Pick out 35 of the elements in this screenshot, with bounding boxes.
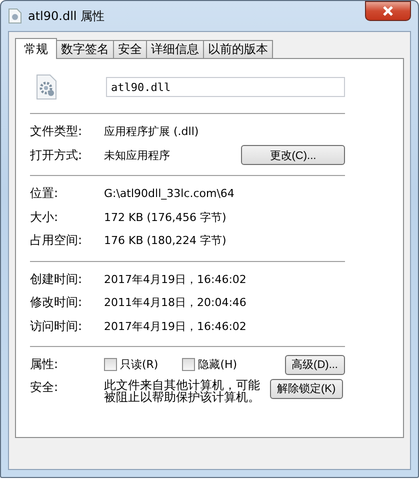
field-value: 未知应用程序 [104,148,171,163]
field-value: 172 KB (176,456 字节) [104,210,228,225]
unblock-button[interactable]: 解除锁定(K) [270,378,343,398]
advanced-button[interactable]: 高级(D)... [284,354,345,375]
field-value: 2017年4月19日，16:46:02 [104,318,248,334]
file-gear-icon [36,74,58,100]
tab[interactable]: 数字签名 [56,40,114,58]
field-label: 占用空间: [30,232,84,250]
field-label: 打开方式: [30,146,84,164]
file-name-field[interactable]: atl90.dll [106,77,345,97]
checkbox[interactable]: 隐藏(H) [182,357,238,372]
field-value: 2017年4月19日，16:46:02 [104,272,248,287]
checkbox[interactable]: 只读(R) [104,357,158,372]
field-label: 大小: [30,208,60,226]
field-label: 安全: [30,378,60,396]
file-icon [8,8,22,24]
field-label: 位置: [30,185,60,202]
close-icon [381,5,395,17]
tab[interactable]: 以前的版本 [203,40,273,58]
window-title: atl90.dll 属性 [28,8,105,24]
field-label: 修改时间: [30,294,84,312]
field-value: G:\atl90dll_33lc.com\64 [104,187,236,200]
tab[interactable]: 安全 [113,40,147,58]
field-value: 176 KB (180,224 字节) [104,233,228,248]
field-value: 应用程序扩展 (.dll) [104,124,200,140]
close-button[interactable] [365,1,411,21]
security-text: 此文件来自其他计算机，可能被阻止以帮助保护该计算机。 [104,378,260,404]
field-label: 文件类型: [30,123,84,140]
field-label: 属性: [30,356,60,374]
field-label: 访问时间: [30,318,84,335]
tab[interactable]: 详细信息 [146,40,204,58]
field-value: 2011年4月18日，20:04:46 [104,295,248,310]
field-label: 创建时间: [30,270,84,288]
change-button[interactable]: 更改(C)... [241,145,345,166]
tab[interactable]: 常规 [15,38,57,59]
